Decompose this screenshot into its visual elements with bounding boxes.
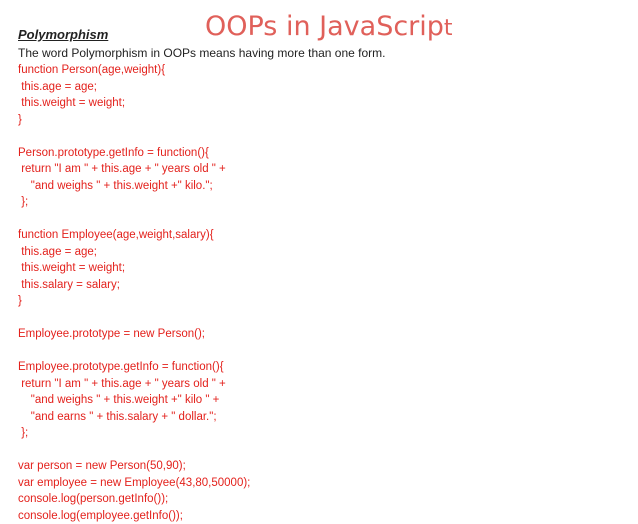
- code-block: function Person(age,weight){ this.age = …: [18, 62, 250, 524]
- code-line: this.weight = weight;: [18, 95, 250, 112]
- code-line: function Employee(age,weight,salary){: [18, 227, 250, 244]
- code-line: [18, 343, 250, 360]
- code-line: "and earns " + this.salary + " dollar.";: [18, 409, 250, 426]
- intro-text: The word Polymorphism in OOPs means havi…: [18, 45, 386, 61]
- slide-title: OOPs in JavaScript: [205, 10, 453, 46]
- code-line: return "I am " + this.age + " years old …: [18, 376, 250, 393]
- code-line: console.log(person.getInfo());: [18, 491, 250, 508]
- code-line: }: [18, 293, 250, 310]
- slide-title-last-letter: t: [444, 16, 453, 41]
- code-line: this.salary = salary;: [18, 277, 250, 294]
- slide-title-main: OOPs in JavaScrip: [205, 11, 444, 42]
- code-line: "and weighs " + this.weight +" kilo " +: [18, 392, 250, 409]
- code-line: [18, 442, 250, 459]
- code-line: };: [18, 425, 250, 442]
- code-line: console.log(employee.getInfo());: [18, 508, 250, 524]
- code-line: "and weighs " + this.weight +" kilo.";: [18, 178, 250, 195]
- code-line: var person = new Person(50,90);: [18, 458, 250, 475]
- code-line: Employee.prototype = new Person();: [18, 326, 250, 343]
- code-line: Person.prototype.getInfo = function(){: [18, 145, 250, 162]
- code-line: this.age = age;: [18, 244, 250, 261]
- code-line: };: [18, 194, 250, 211]
- slide: OOPs in JavaScript Polymorphism The word…: [0, 0, 638, 478]
- code-line: Employee.prototype.getInfo = function(){: [18, 359, 250, 376]
- code-line: function Person(age,weight){: [18, 62, 250, 79]
- section-heading: Polymorphism: [18, 27, 108, 43]
- code-line: return "I am " + this.age + " years old …: [18, 161, 250, 178]
- code-line: [18, 310, 250, 327]
- code-line: this.weight = weight;: [18, 260, 250, 277]
- code-line: var employee = new Employee(43,80,50000)…: [18, 475, 250, 492]
- code-line: [18, 211, 250, 228]
- code-line: }: [18, 112, 250, 129]
- code-line: this.age = age;: [18, 79, 250, 96]
- code-line: [18, 128, 250, 145]
